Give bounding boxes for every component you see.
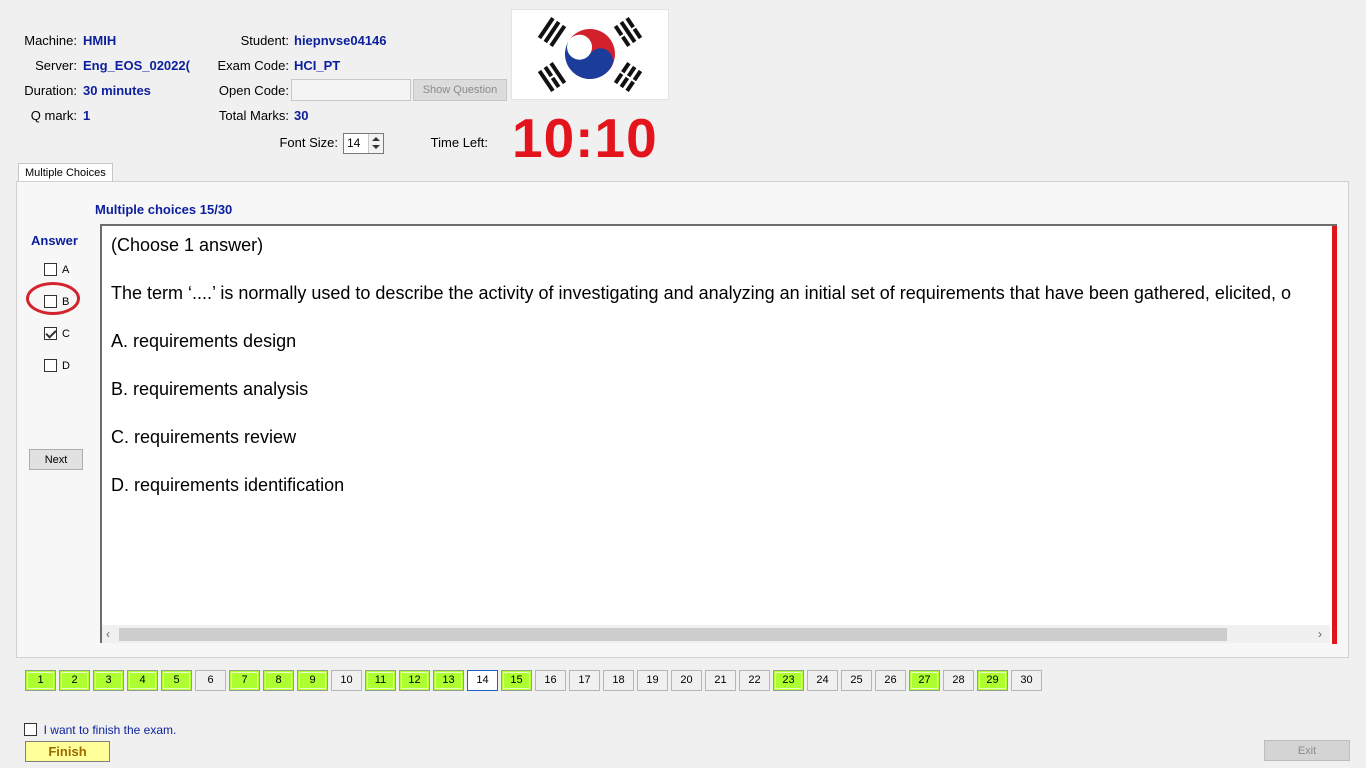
south-korea-flag-icon [511, 9, 669, 100]
question-nav-button[interactable]: 28 [943, 670, 974, 691]
total-marks-label: Total Marks: [218, 108, 289, 123]
question-nav-button[interactable]: 21 [705, 670, 736, 691]
question-nav-button[interactable]: 22 [739, 670, 770, 691]
annotation-circle [26, 282, 80, 315]
question-nav-button[interactable]: 5 [161, 670, 192, 691]
font-size-value: 14 [347, 136, 361, 150]
duration-value: 30 minutes [83, 83, 151, 98]
question-nav-button[interactable]: 23 [773, 670, 804, 691]
question-nav-button[interactable]: 14 [467, 670, 498, 691]
scrollbar-thumb[interactable] [119, 628, 1227, 641]
question-nav-button[interactable]: 12 [399, 670, 430, 691]
question-nav-button[interactable]: 10 [331, 670, 362, 691]
finish-button[interactable]: Finish [25, 741, 110, 762]
finish-checkbox-label: I want to finish the exam. [43, 722, 177, 737]
option-letter-d: D [62, 359, 70, 372]
time-left-label: Time Left: [430, 135, 488, 150]
student-label: Student: [240, 33, 289, 48]
question-nav-button[interactable]: 26 [875, 670, 906, 691]
option-letter-c: C [62, 327, 70, 340]
font-size-spinner[interactable] [368, 134, 383, 153]
question-nav-button[interactable]: 13 [433, 670, 464, 691]
question-nav-button[interactable]: 20 [671, 670, 702, 691]
choice-d-text: D. requirements identification [111, 475, 345, 495]
timer-value: 10:10 [512, 107, 658, 169]
choice-b-text: B. requirements analysis [111, 379, 309, 399]
server-label: Server: [35, 58, 77, 73]
question-nav-button[interactable]: 2 [59, 670, 90, 691]
answer-option-c[interactable]: C [44, 325, 70, 341]
question-nav-button[interactable]: 6 [195, 670, 226, 691]
question-nav-button[interactable]: 7 [229, 670, 260, 691]
question-nav-button[interactable]: 17 [569, 670, 600, 691]
answer-option-d[interactable]: D [44, 357, 70, 373]
question-nav-button[interactable]: 18 [603, 670, 634, 691]
open-code-input[interactable] [291, 79, 411, 101]
qmark-label: Q mark: [30, 108, 77, 123]
exit-button[interactable]: Exit [1264, 740, 1350, 761]
choice-a-text: A. requirements design [111, 331, 297, 351]
question-progress: Multiple choices 15/30 [95, 202, 233, 217]
question-nav-button[interactable]: 24 [807, 670, 838, 691]
exam-code-label: Exam Code: [217, 58, 289, 73]
question-nav-button[interactable]: 11 [365, 670, 396, 691]
question-nav-button[interactable]: 27 [909, 670, 940, 691]
machine-value: HMIH [83, 33, 117, 48]
question-instruction: (Choose 1 answer) [111, 235, 264, 255]
scroll-right-icon[interactable]: › [1318, 628, 1322, 640]
font-size-label: Font Size: [279, 135, 338, 150]
choice-c-text: C. requirements review [111, 427, 297, 447]
qmark-value: 1 [83, 108, 91, 123]
question-nav-button[interactable]: 15 [501, 670, 532, 691]
question-nav-button[interactable]: 29 [977, 670, 1008, 691]
answer-heading: Answer [31, 233, 78, 248]
question-nav-button[interactable]: 9 [297, 670, 328, 691]
finish-checkbox[interactable] [24, 723, 37, 737]
checkbox-a[interactable] [44, 263, 57, 277]
question-nav-button[interactable]: 8 [263, 670, 294, 691]
student-value: hiepnvse04146 [294, 33, 387, 48]
font-size-stepper[interactable]: 14 [343, 133, 384, 154]
question-nav-button[interactable]: 16 [535, 670, 566, 691]
show-question-button[interactable]: Show Question [413, 79, 507, 101]
question-content: (Choose 1 answer) The term ‘....’ is nor… [100, 224, 1337, 643]
question-nav-button[interactable]: 25 [841, 670, 872, 691]
tab-multiple-choices[interactable]: Multiple Choices [18, 163, 113, 182]
spin-down-icon[interactable] [372, 145, 380, 149]
question-nav-button[interactable]: 3 [93, 670, 124, 691]
machine-label: Machine: [24, 33, 77, 48]
checkbox-c[interactable] [44, 327, 57, 341]
question-nav-button[interactable]: 30 [1011, 670, 1042, 691]
question-nav-button[interactable]: 1 [25, 670, 56, 691]
option-letter-a: A [62, 263, 70, 276]
right-edge-bar [1332, 226, 1337, 644]
checkbox-d[interactable] [44, 359, 57, 373]
server-value: Eng_EOS_02022( [83, 58, 190, 73]
answer-option-a[interactable]: A [44, 261, 70, 277]
horizontal-scrollbar[interactable]: ‹ › [102, 625, 1330, 643]
question-nav-button[interactable]: 19 [637, 670, 668, 691]
open-code-label: Open Code: [218, 83, 289, 98]
scroll-left-icon[interactable]: ‹ [106, 628, 110, 640]
finish-confirm[interactable]: I want to finish the exam. [24, 721, 176, 737]
spin-up-icon[interactable] [372, 137, 380, 141]
next-button[interactable]: Next [29, 449, 83, 470]
question-text: The term ‘....’ is normally used to desc… [111, 283, 1291, 303]
total-marks-value: 30 [294, 108, 309, 123]
question-nav-button[interactable]: 4 [127, 670, 158, 691]
exam-code-value: HCI_PT [294, 58, 341, 73]
duration-label: Duration: [24, 83, 77, 98]
